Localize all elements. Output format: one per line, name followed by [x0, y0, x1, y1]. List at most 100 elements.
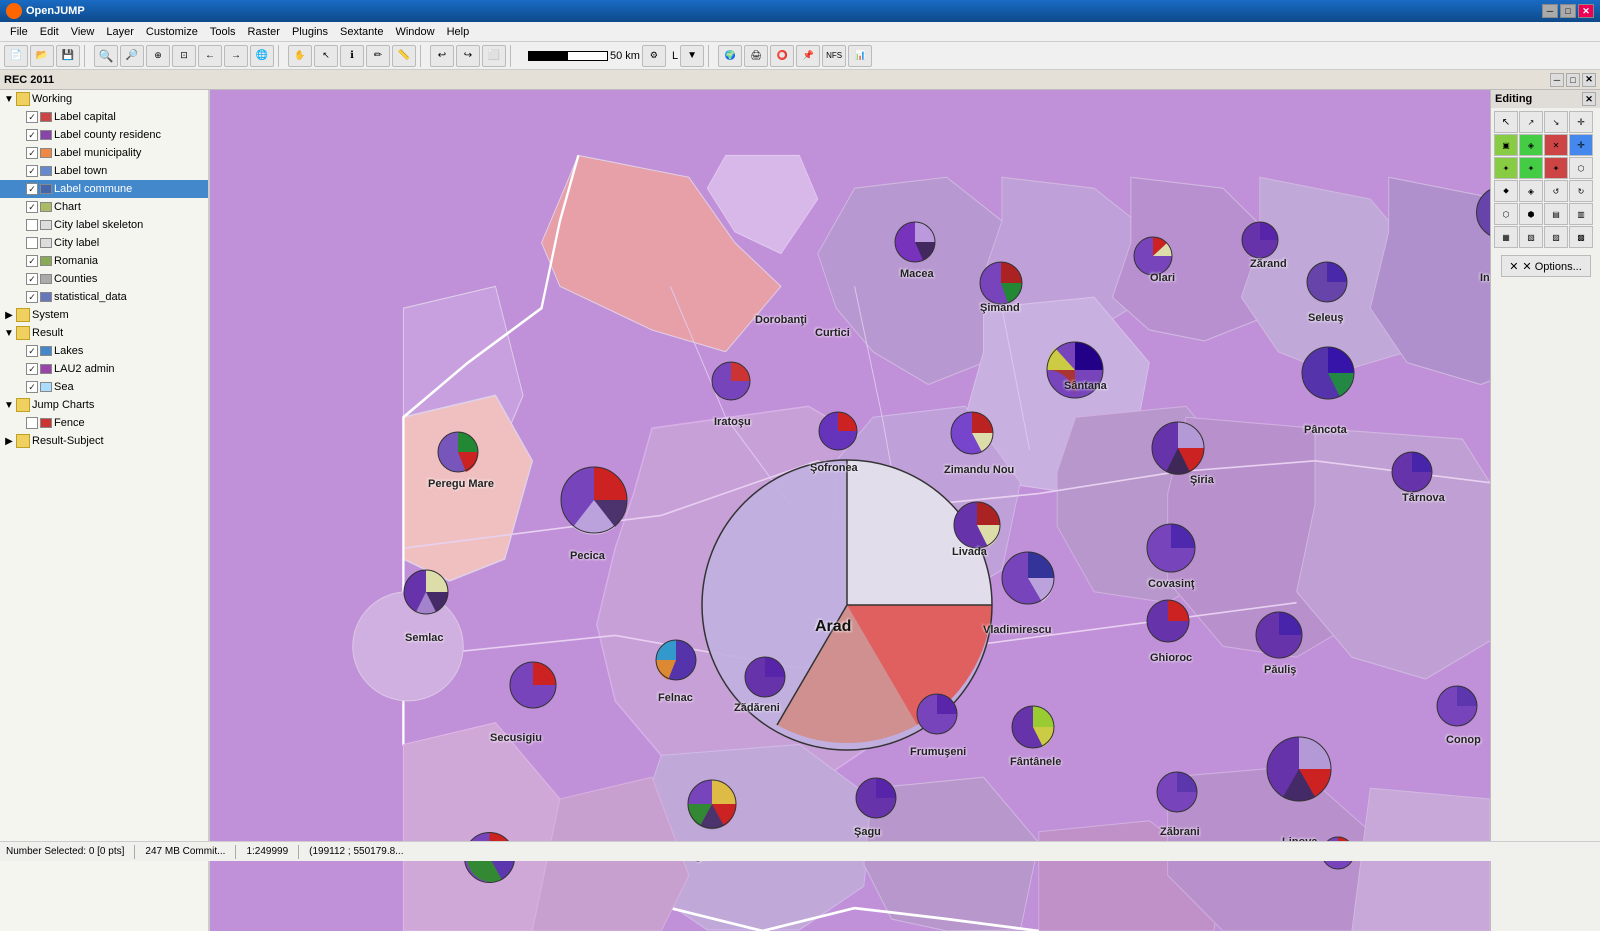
close-button[interactable]: ✕ — [1578, 4, 1594, 18]
edit-tool-3[interactable]: ↘ — [1544, 111, 1568, 133]
menu-layer[interactable]: Layer — [100, 25, 140, 39]
tb-zoom-full[interactable]: ⊕ — [146, 45, 170, 67]
edit-tool-11[interactable]: ✦ — [1544, 157, 1568, 179]
edit-tool-10[interactable]: ✦ — [1519, 157, 1543, 179]
edit-tool-12[interactable]: ⬡ — [1569, 157, 1593, 179]
group-result-subject[interactable]: ▶ Result-Subject — [0, 432, 208, 450]
edit-tool-13[interactable]: ⬥ — [1494, 180, 1518, 202]
tb-zoom-out[interactable]: 🔎 — [120, 45, 144, 67]
tb-new[interactable]: 📄 — [4, 45, 28, 67]
scale-dropdown[interactable]: ▼ — [680, 45, 704, 67]
menu-tools[interactable]: Tools — [204, 25, 242, 39]
layer-statistical[interactable]: statistical_data — [0, 288, 208, 306]
edit-tool-9[interactable]: ✦ — [1494, 157, 1518, 179]
edit-tool-5[interactable]: ▣ — [1494, 134, 1518, 156]
layer-label-town[interactable]: Label town — [0, 162, 208, 180]
layer-lau2[interactable]: LAU2 admin — [0, 360, 208, 378]
rec-minimize[interactable]: ─ — [1550, 73, 1564, 87]
edit-tool-move[interactable]: ✛ — [1569, 111, 1593, 133]
layer-label-county[interactable]: Label county residenc — [0, 126, 208, 144]
tb-btn-extra2[interactable]: 🖨 — [744, 45, 768, 67]
tb-scale-settings[interactable]: ⚙ — [642, 45, 666, 67]
edit-tool-7[interactable]: ✕ — [1544, 134, 1568, 156]
expand-result[interactable]: ▼ — [4, 328, 14, 338]
layer-fence[interactable]: Fence — [0, 414, 208, 432]
expand-system[interactable]: ▶ — [4, 310, 14, 320]
edit-tool-21[interactable]: ▦ — [1494, 226, 1518, 248]
expand-working[interactable]: ▼ — [4, 94, 14, 104]
title-controls[interactable]: ─ □ ✕ — [1542, 4, 1594, 18]
tb-measure[interactable]: 📏 — [392, 45, 416, 67]
cb-counties[interactable] — [26, 273, 38, 285]
menu-plugins[interactable]: Plugins — [286, 25, 334, 39]
rec-controls[interactable]: ─ □ ✕ — [1550, 73, 1596, 87]
tb-zoom-in[interactable]: 🔍 — [94, 45, 118, 67]
cb-label-capital[interactable] — [26, 111, 38, 123]
tb-btn-extra1[interactable]: 🌍 — [718, 45, 742, 67]
tb-pan[interactable]: ✋ — [288, 45, 312, 67]
edit-tool-8[interactable]: ✛ — [1569, 134, 1593, 156]
tb-window[interactable]: ⬜ — [482, 45, 506, 67]
cb-fence[interactable] — [26, 417, 38, 429]
layer-romania[interactable]: Romania — [0, 252, 208, 270]
cb-label-county[interactable] — [26, 129, 38, 141]
group-result[interactable]: ▼ Result — [0, 324, 208, 342]
edit-tool-2[interactable]: ↗ — [1519, 111, 1543, 133]
tb-redo[interactable]: ↪ — [456, 45, 480, 67]
cb-label-municipality[interactable] — [26, 147, 38, 159]
edit-tool-select[interactable]: ↖ — [1494, 111, 1518, 133]
menu-file[interactable]: File — [4, 25, 34, 39]
tb-edit[interactable]: ✏ — [366, 45, 390, 67]
cb-city-label[interactable] — [26, 237, 38, 249]
menu-edit[interactable]: Edit — [34, 25, 65, 39]
rec-maximize[interactable]: □ — [1566, 73, 1580, 87]
tb-open[interactable]: 📂 — [30, 45, 54, 67]
cb-lakes[interactable] — [26, 345, 38, 357]
layer-sea[interactable]: Sea — [0, 378, 208, 396]
expand-jump-charts[interactable]: ▼ — [4, 400, 14, 410]
edit-tool-19[interactable]: ▤ — [1544, 203, 1568, 225]
cb-sea[interactable] — [26, 381, 38, 393]
edit-tool-22[interactable]: ▧ — [1519, 226, 1543, 248]
edit-tool-14[interactable]: ◈ — [1519, 180, 1543, 202]
layer-label-commune[interactable]: Label commune — [0, 180, 208, 198]
menu-help[interactable]: Help — [441, 25, 476, 39]
minimize-button[interactable]: ─ — [1542, 4, 1558, 18]
expand-result-subject[interactable]: ▶ — [4, 436, 14, 446]
cb-statistical[interactable] — [26, 291, 38, 303]
edit-tool-20[interactable]: ▥ — [1569, 203, 1593, 225]
menu-view[interactable]: View — [65, 25, 101, 39]
tb-btn-extra4[interactable]: 📌 — [796, 45, 820, 67]
edit-tool-17[interactable]: ⬡ — [1494, 203, 1518, 225]
group-system[interactable]: ▶ System — [0, 306, 208, 324]
edit-tool-24[interactable]: ▩ — [1569, 226, 1593, 248]
tb-globe[interactable]: 🌐 — [250, 45, 274, 67]
layer-city-label[interactable]: City label — [0, 234, 208, 252]
group-working[interactable]: ▼ Working — [0, 90, 208, 108]
menu-raster[interactable]: Raster — [242, 25, 286, 39]
edit-tool-18[interactable]: ⬢ — [1519, 203, 1543, 225]
tb-info[interactable]: ℹ — [340, 45, 364, 67]
tb-save[interactable]: 💾 — [56, 45, 80, 67]
edit-tool-6[interactable]: ◈ — [1519, 134, 1543, 156]
options-button[interactable]: ✕ ✕ Options... — [1501, 255, 1591, 277]
layer-label-capital[interactable]: Label capital — [0, 108, 208, 126]
layer-city-skeleton[interactable]: City label skeleton — [0, 216, 208, 234]
edit-tool-15[interactable]: ↺ — [1544, 180, 1568, 202]
edit-tool-23[interactable]: ▨ — [1544, 226, 1568, 248]
cb-chart[interactable] — [26, 201, 38, 213]
cb-label-town[interactable] — [26, 165, 38, 177]
menu-sextante[interactable]: Sextante — [334, 25, 389, 39]
menu-window[interactable]: Window — [389, 25, 440, 39]
edit-tool-16[interactable]: ↻ — [1569, 180, 1593, 202]
cb-romania[interactable] — [26, 255, 38, 267]
tb-zoom-fwd[interactable]: → — [224, 45, 248, 67]
tb-select[interactable]: ↖ — [314, 45, 338, 67]
layer-lakes[interactable]: Lakes — [0, 342, 208, 360]
tb-btn-extra6[interactable]: 📊 — [848, 45, 872, 67]
cb-lau2[interactable] — [26, 363, 38, 375]
tb-btn-extra5[interactable]: NFS — [822, 45, 846, 67]
layer-chart[interactable]: Chart — [0, 198, 208, 216]
tb-zoom-sel[interactable]: ⊡ — [172, 45, 196, 67]
group-jump-charts[interactable]: ▼ Jump Charts — [0, 396, 208, 414]
